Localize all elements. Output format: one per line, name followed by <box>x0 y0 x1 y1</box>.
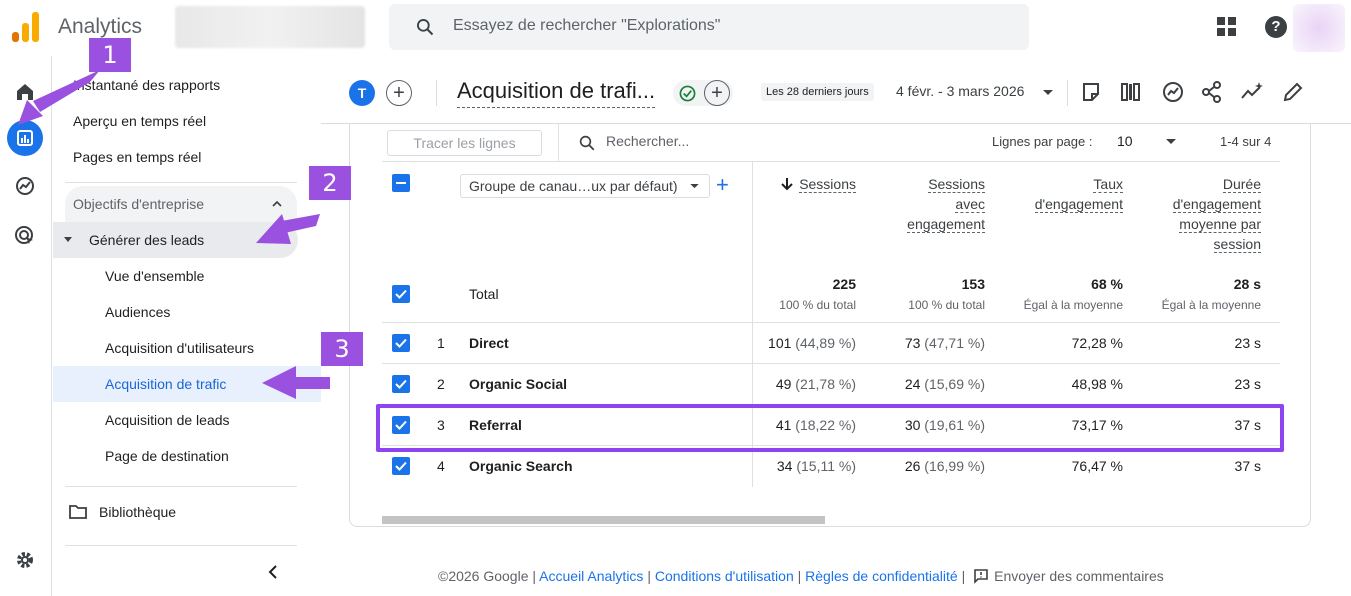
footer-sep: | <box>528 568 540 584</box>
footer-link-privacy[interactable]: Règles de confidentialité <box>805 568 958 584</box>
footer-copyright: ©2026 Google <box>438 568 529 584</box>
footer: ©2026 Google | Accueil Analytics | Condi… <box>438 568 1164 584</box>
annotation-arrow-3 <box>262 366 330 399</box>
footer-link-home[interactable]: Accueil Analytics <box>539 568 643 584</box>
footer-sep: | <box>643 568 655 584</box>
annotation-arrow-2 <box>256 214 320 244</box>
annotation-arrows <box>18 70 330 399</box>
annotation-arrow-1 <box>18 70 100 125</box>
footer-link-terms[interactable]: Conditions d'utilisation <box>655 568 794 584</box>
footer-sep: | <box>793 568 806 584</box>
footer-feedback[interactable]: Envoyer des commentaires <box>994 568 1164 584</box>
feedback-icon <box>974 569 988 584</box>
footer-sep: | <box>957 568 970 584</box>
